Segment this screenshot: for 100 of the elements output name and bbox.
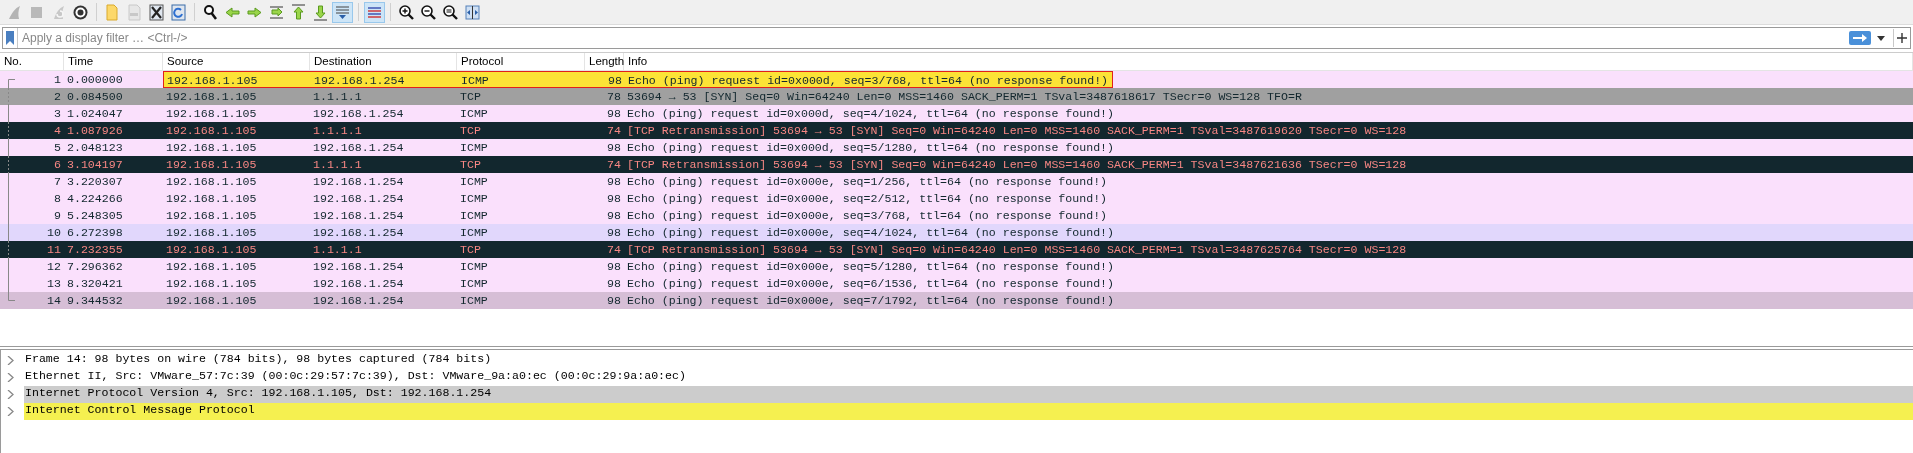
add-filter-button[interactable]	[1893, 29, 1910, 47]
table-cell-text: 7.232355	[66, 242, 124, 258]
table-cell-text: 192.168.1.105	[165, 140, 258, 156]
close-icon	[148, 3, 165, 21]
table-cell-text: ICMP	[459, 106, 489, 122]
table-cell-text: 98	[606, 106, 622, 122]
table-cell-text: [TCP Retransmission] 53694 → 53 [SYN] Seq=0 Win=64240 Len=0 MSS=1460 SACK_PERM=1 TSval=3487625764 TSecr=0 WS=128	[626, 242, 1408, 258]
table-cell-text: 192.168.1.254	[312, 276, 405, 292]
table-cell-text: 4.224266	[66, 191, 124, 207]
file-icon	[126, 3, 143, 21]
table-cell-text: 74	[606, 123, 622, 139]
table-cell-text: 192.168.1.254	[312, 225, 405, 241]
table-cell-text: 1.024047	[66, 106, 124, 122]
packet-row[interactable]: 11 7.232355 192.168.1.105 1.1.1.1 TCP 74 [TCP Retransmission] 53694 → 53 [SYN] Seq=0 Win=64240 Len=0 MSS=1460 SACK_PERM=1 TSval=3487625764 TSecr=0 WS=128	[0, 241, 1913, 258]
column-header[interactable]: Source	[163, 53, 310, 70]
packet-row[interactable]: 14 9.344532 192.168.1.105 192.168.1.254 ICMP 98 Echo (ping) request id=0x000e, seq=7/1792, ttl=64 (no response found!)	[0, 292, 1913, 309]
packet-row[interactable]: 13 8.320421 192.168.1.105 192.168.1.254 ICMP 98 Echo (ping) request id=0x000e, seq=6/1536, ttl=64 (no response found!)	[0, 275, 1913, 292]
packet-row[interactable]: 12 7.296362 192.168.1.105 192.168.1.254 ICMP 98 Echo (ping) request id=0x000e, seq=5/1280, ttl=64 (no response found!)	[0, 258, 1913, 275]
display-filter-bar[interactable]: Apply a display filter … <Ctrl-/>	[2, 27, 1911, 49]
table-cell-text: TCP	[459, 242, 482, 258]
table-cell-text: 3	[53, 106, 62, 122]
chevron-right-icon[interactable]	[6, 407, 14, 416]
protocol-tree-item[interactable]: Frame 14: 98 bytes on wire (784 bits), 98 bytes captured (784 bits)	[24, 352, 1913, 369]
table-cell-text: 192.168.1.254	[312, 106, 405, 122]
table-cell-text: [TCP Retransmission] 53694 → 53 [SYN] Seq=0 Win=64240 Len=0 MSS=1460 SACK_PERM=1 TSval=3487619620 TSecr=0 WS=128	[626, 123, 1408, 139]
table-cell-text: 192.168.1.254	[312, 293, 405, 309]
table-cell-text: 192.168.1.254	[312, 140, 405, 156]
table-cell-text: 98	[606, 140, 622, 156]
column-header[interactable]: Length	[585, 53, 624, 70]
display-filter-field[interactable]: Apply a display filter … <Ctrl-/>	[18, 29, 1849, 47]
table-cell-text: 1.1.1.1	[312, 157, 363, 173]
table-cell-text: 1.087926	[66, 123, 124, 139]
table-cell-text: ICMP	[459, 276, 489, 292]
packet-row[interactable]: 6 3.104197 192.168.1.105 1.1.1.1 TCP 74 [TCP Retransmission] 53694 → 53 [SYN] Seq=0 Win=64240 Len=0 MSS=1460 SACK_PERM=1 TSval=3487621636 TSecr=0 WS=128	[0, 156, 1913, 173]
column-header[interactable]: Protocol	[457, 53, 585, 70]
table-cell-text: 13	[46, 276, 62, 292]
table-cell-text: 192.168.1.105	[166, 73, 259, 87]
packet-row[interactable]: 1 0.000000 192.168.1.105 192.168.1.254 ICMP 98 Echo (ping) request id=0x000d, seq=3/768, ttl=64 (no response found!)	[0, 71, 1913, 88]
packet-row[interactable]: 2 0.084500 192.168.1.105 1.1.1.1 TCP 78 53694 → 53 [SYN] Seq=0 Win=64240 Len=0 MSS=1460 SACK_PERM=1 TSval=3487618617 TSecr=0 WS=128 TFO=R	[0, 88, 1913, 105]
table-cell-text: 192.168.1.105	[165, 242, 258, 258]
table-cell-text: 5	[53, 140, 62, 156]
table-cell-text: ICMP	[459, 191, 489, 207]
packet-row[interactable]: 3 1.024047 192.168.1.105 192.168.1.254 ICMP 98 Echo (ping) request id=0x000d, seq=4/1024, ttl=64 (no response found!)	[0, 105, 1913, 122]
table-cell-text: 0.084500	[66, 89, 124, 105]
table-cell-text: 98	[606, 276, 622, 292]
table-cell-text: ICMP	[459, 259, 489, 275]
table-cell-text: ICMP	[459, 225, 489, 241]
toolbar-button[interactable]	[146, 1, 167, 23]
table-cell-text: 98	[606, 293, 622, 309]
down-arrow-icon	[312, 3, 329, 21]
protocol-tree-item[interactable]: Internet Protocol Version 4, Src: 192.168.1.105, Dst: 192.168.1.254	[24, 386, 1913, 403]
up-arrow-icon	[290, 3, 307, 21]
packet-row[interactable]: 7 3.220307 192.168.1.105 192.168.1.254 ICMP 98 Echo (ping) request id=0x000e, seq=1/256, ttl=64 (no response found!)	[0, 173, 1913, 190]
table-cell-text: TCP	[459, 123, 482, 139]
table-cell-text: 6	[53, 157, 62, 173]
table-cell-text: 192.168.1.254	[313, 73, 406, 87]
chevron-right-icon[interactable]	[6, 373, 14, 382]
table-cell-text: Echo (ping) request id=0x000d, seq=3/768, ttl=64 (no response found!)	[627, 73, 1110, 87]
bookmark-icon[interactable]	[6, 31, 14, 45]
table-cell-text: 4	[53, 123, 62, 139]
column-header[interactable]: Time	[64, 53, 163, 70]
table-cell-text: 192.168.1.105	[165, 276, 258, 292]
table-cell-text: 7.296362	[66, 259, 124, 275]
caret-icon	[1877, 35, 1885, 41]
chevron-right-icon[interactable]	[6, 356, 14, 365]
table-cell-text: 98	[606, 191, 622, 207]
table-cell-text: 14	[46, 293, 62, 309]
zoom-reset-icon	[442, 3, 459, 21]
plus-icon	[1897, 33, 1907, 43]
table-cell-text: ICMP	[459, 140, 489, 156]
protocol-tree-item[interactable]: Ethernet II, Src: VMware_57:7c:39 (00:0c:29:57:7c:39), Dst: VMware_9a:a0:ec (00:0c:29:9a:a0:ec)	[24, 369, 1913, 386]
packet-row[interactable]: 10 6.272398 192.168.1.105 192.168.1.254 ICMP 98 Echo (ping) request id=0x000e, seq=4/1024, ttl=64 (no response found!)	[0, 224, 1913, 241]
gear-icon	[72, 3, 89, 21]
packet-row[interactable]: 8 4.224266 192.168.1.105 192.168.1.254 ICMP 98 Echo (ping) request id=0x000e, seq=2/512, ttl=64 (no response found!)	[0, 190, 1913, 207]
autoscroll-icon	[334, 3, 351, 21]
column-header[interactable]: Destination	[310, 53, 457, 70]
column-header[interactable]: No.	[0, 53, 64, 70]
column-header[interactable]: Info	[624, 53, 1913, 70]
table-cell-text: 1.1.1.1	[312, 89, 363, 105]
right-arrow-icon	[1853, 34, 1867, 42]
packet-row[interactable]: 9 5.248305 192.168.1.105 192.168.1.254 ICMP 98 Echo (ping) request id=0x000e, seq=3/768, ttl=64 (no response found!)	[0, 207, 1913, 224]
table-cell-text: 192.168.1.105	[165, 89, 258, 105]
table-cell-text: 7	[53, 174, 62, 190]
chevron-right-icon[interactable]	[6, 390, 14, 399]
table-cell-text: ICMP	[460, 73, 490, 87]
table-cell-text: 1.1.1.1	[312, 123, 363, 139]
table-cell-text: 9	[53, 208, 62, 224]
packet-row[interactable]: 4 1.087926 192.168.1.105 1.1.1.1 TCP 74 [TCP Retransmission] 53694 → 53 [SYN] Seq=0 Win=64240 Len=0 MSS=1460 SACK_PERM=1 TSval=3487619620 TSecr=0 WS=128	[0, 122, 1913, 139]
table-cell-text: 9.344532	[66, 293, 124, 309]
protocol-tree-item[interactable]: Internet Control Message Protocol	[24, 403, 1913, 420]
table-cell-text: 192.168.1.105	[165, 174, 258, 190]
table-cell-text: 74	[606, 157, 622, 173]
table-cell-text: 8	[53, 191, 62, 207]
table-cell-text: 192.168.1.254	[312, 259, 405, 275]
table-cell-text: 74	[606, 242, 622, 258]
table-cell-text: 2	[53, 89, 62, 105]
table-cell-text: Echo (ping) request id=0x000e, seq=4/1024, ttl=64 (no response found!)	[626, 225, 1116, 241]
packet-row[interactable]: 5 2.048123 192.168.1.105 192.168.1.254 ICMP 98 Echo (ping) request id=0x000d, seq=5/1280, ttl=64 (no response found!)	[0, 139, 1913, 156]
table-cell-text: 53694 → 53 [SYN] Seq=0 Win=64240 Len=0 MSS=1460 SACK_PERM=1 TSval=3487618617 TSecr=0 WS=128 TFO=R	[626, 89, 1303, 105]
folder-icon	[104, 3, 121, 21]
